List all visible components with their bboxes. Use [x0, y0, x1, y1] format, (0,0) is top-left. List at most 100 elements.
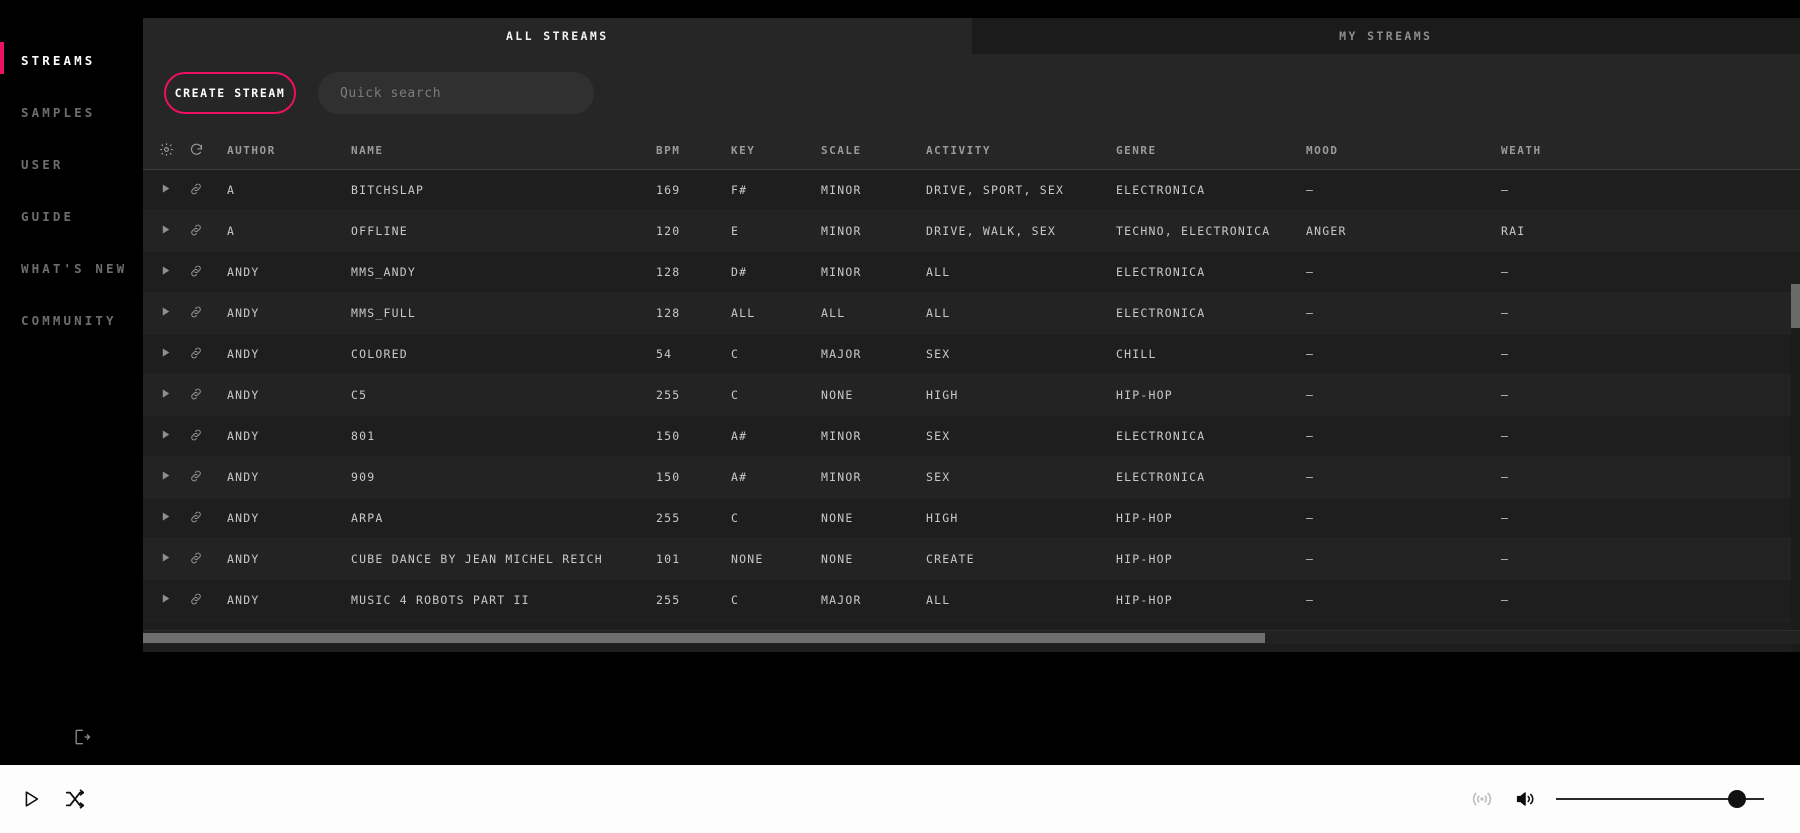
row-link-icon[interactable]	[185, 592, 227, 609]
sidebar-item-streams[interactable]: STREAMS	[0, 34, 164, 86]
cell-mood: —	[1306, 347, 1501, 361]
row-play-button[interactable]	[143, 305, 185, 321]
volume-slider-knob[interactable]	[1728, 790, 1746, 808]
gear-icon[interactable]	[159, 142, 174, 157]
header-scale[interactable]: SCALE	[821, 144, 926, 157]
table-row[interactable]: ANDYCUBE DANCE BY JEAN MICHEL REICH101NO…	[143, 539, 1800, 580]
cell-activity: DRIVE, WALK, SEX	[926, 224, 1116, 238]
row-link-icon[interactable]	[185, 305, 227, 322]
logout-icon	[72, 727, 92, 747]
cell-activity: SEX	[926, 470, 1116, 484]
sidebar: STREAMS SAMPLESUSERGUIDEWHAT'S NEWCOMMUNI…	[0, 0, 164, 765]
header-activity[interactable]: ACTIVITY	[926, 144, 1116, 157]
cell-scale: ALL	[821, 306, 926, 320]
cell-name: CUBE DANCE BY JEAN MICHEL REICH	[351, 552, 656, 566]
cell-bpm: 101	[656, 552, 731, 566]
cell-bpm: 150	[656, 429, 731, 443]
row-play-button[interactable]	[143, 223, 185, 239]
row-link-icon[interactable]	[185, 428, 227, 445]
row-play-button[interactable]	[143, 182, 185, 198]
cell-name: BITCHSLAP	[351, 183, 656, 197]
cell-mood: —	[1306, 388, 1501, 402]
header-bpm[interactable]: BPM	[656, 144, 731, 157]
cell-name: C5	[351, 388, 656, 402]
sidebar-item-samples[interactable]: SAMPLES	[0, 86, 164, 138]
table-row[interactable]: ANDYMUSIC 4 ROBOTS PART II255CMAJORALLHI…	[143, 580, 1800, 621]
cell-weather: —	[1501, 347, 1701, 361]
cell-author: ANDY	[227, 388, 351, 402]
table-header-row: AUTHOR NAME BPM KEY SCALE ACTIVITY GENRE…	[143, 132, 1800, 170]
cell-genre: HIP-HOP	[1116, 511, 1306, 525]
table-row[interactable]: ABITCHSLAP169F#MINORDRIVE, SPORT, SEXELE…	[143, 170, 1800, 211]
row-play-button[interactable]	[143, 469, 185, 485]
cell-mood: —	[1306, 511, 1501, 525]
shuffle-icon[interactable]	[64, 788, 86, 810]
row-play-button[interactable]	[143, 346, 185, 362]
cell-activity: HIGH	[926, 511, 1116, 525]
horizontal-scroll-thumb[interactable]	[143, 633, 1265, 643]
cell-scale: MAJOR	[821, 593, 926, 607]
tab-my-streams[interactable]: MY STREAMS	[972, 18, 1800, 54]
sidebar-item-guide[interactable]: GUIDE	[0, 190, 164, 242]
refresh-icon[interactable]	[189, 142, 204, 157]
create-stream-button[interactable]: CREATE STREAM	[164, 72, 296, 114]
logout-button[interactable]	[0, 727, 164, 747]
table-row[interactable]: ANDY909150A#MINORSEXELECTRONICA——	[143, 457, 1800, 498]
table-row[interactable]: ANDYMMS_FULL128ALLALLALLELECTRONICA——	[143, 293, 1800, 334]
row-play-button[interactable]	[143, 592, 185, 608]
row-link-icon[interactable]	[185, 551, 227, 568]
cell-key: NONE	[731, 552, 821, 566]
cell-key: C	[731, 388, 821, 402]
row-link-icon[interactable]	[185, 469, 227, 486]
cell-bpm: 54	[656, 347, 731, 361]
header-genre[interactable]: GENRE	[1116, 144, 1306, 157]
row-play-button[interactable]	[143, 551, 185, 567]
cell-key: D#	[731, 265, 821, 279]
row-link-icon[interactable]	[185, 346, 227, 363]
sidebar-item-user[interactable]: USER	[0, 138, 164, 190]
header-key[interactable]: KEY	[731, 144, 821, 157]
row-link-icon[interactable]	[185, 223, 227, 240]
volume-slider[interactable]	[1556, 798, 1764, 800]
table-row[interactable]: AOFFLINE120EMINORDRIVE, WALK, SEXTECHNO,…	[143, 211, 1800, 252]
tab-all-streams[interactable]: ALL STREAMS	[143, 18, 972, 54]
cell-weather: RAI	[1501, 224, 1701, 238]
header-mood[interactable]: MOOD	[1306, 144, 1501, 157]
table-horizontal-scrollbar[interactable]	[143, 630, 1800, 644]
cell-name: 801	[351, 429, 656, 443]
table-row[interactable]: ANDYARPA255CNONEHIGHHIP-HOP——	[143, 498, 1800, 539]
row-link-icon[interactable]	[185, 182, 227, 199]
row-link-icon[interactable]	[185, 264, 227, 281]
play-icon[interactable]	[20, 788, 42, 810]
table-row[interactable]: ANDYMMS_ANDY128D#MINORALLELECTRONICA——	[143, 252, 1800, 293]
sidebar-item-community[interactable]: COMMUNITY	[0, 294, 164, 346]
search-input[interactable]	[318, 72, 594, 114]
tab-bar: ALL STREAMSMY STREAMS	[143, 18, 1800, 54]
table-row[interactable]: ANDYC5255CNONEHIGHHIP-HOP——	[143, 375, 1800, 416]
cell-activity: HIGH	[926, 388, 1116, 402]
vertical-scroll-thumb[interactable]	[1791, 284, 1800, 328]
row-link-icon[interactable]	[185, 510, 227, 527]
table-row[interactable]: ANDYCOLORED54CMAJORSEXCHILL——	[143, 334, 1800, 375]
row-play-button[interactable]	[143, 387, 185, 403]
cell-author: ANDY	[227, 470, 351, 484]
volume-icon[interactable]	[1514, 788, 1536, 810]
row-play-button[interactable]	[143, 428, 185, 444]
row-play-button[interactable]	[143, 510, 185, 526]
refresh-column-header[interactable]	[185, 142, 227, 160]
sidebar-item-label: STREAMS	[21, 53, 95, 68]
table-row[interactable]: ANDY801150A#MINORSEXELECTRONICA——	[143, 416, 1800, 457]
cell-weather: —	[1501, 593, 1701, 607]
row-play-button[interactable]	[143, 264, 185, 280]
sidebar-item-what-s-new[interactable]: WHAT'S NEW	[0, 242, 164, 294]
cell-bpm: 128	[656, 306, 731, 320]
header-name[interactable]: NAME	[351, 144, 656, 157]
broadcast-icon[interactable]	[1470, 787, 1494, 811]
cell-activity: ALL	[926, 593, 1116, 607]
settings-column-header[interactable]	[143, 142, 185, 160]
table-vertical-scrollbar[interactable]	[1791, 284, 1800, 652]
row-link-icon[interactable]	[185, 387, 227, 404]
header-weather[interactable]: WEATH	[1501, 144, 1701, 157]
header-author[interactable]: AUTHOR	[227, 144, 351, 157]
cell-author: ANDY	[227, 347, 351, 361]
